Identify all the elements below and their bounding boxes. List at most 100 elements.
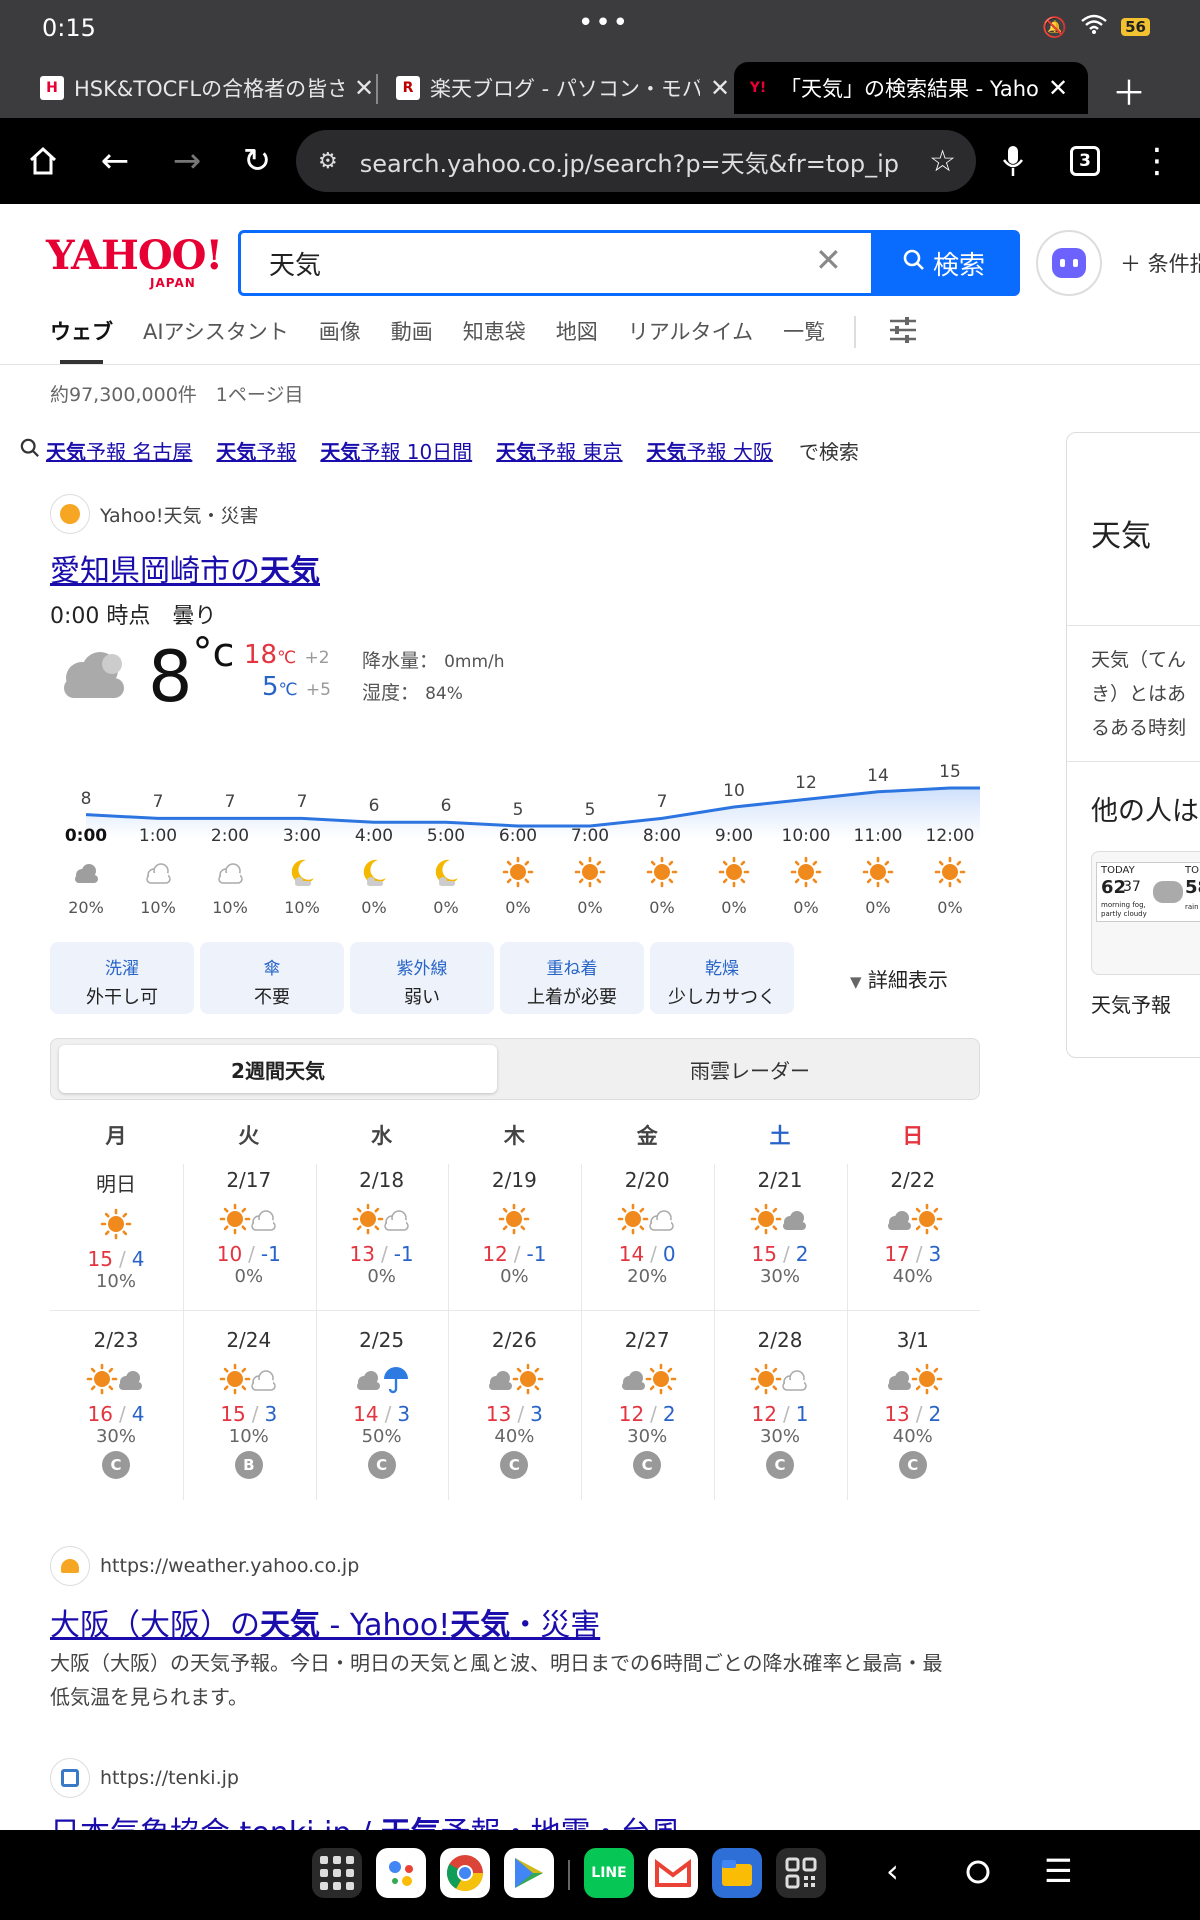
weather-current-time: 0:00 時点 曇り bbox=[50, 604, 217, 629]
tab-yahoo-active[interactable]: Y! 「天気」の検索結果 - Yahoo ✕ bbox=[734, 62, 1088, 114]
daily-forecast-cell[interactable]: 2/25 14/3 50% C bbox=[316, 1320, 448, 1480]
search-input[interactable]: 天気 bbox=[269, 245, 321, 282]
hourly-temp-label: 10 bbox=[723, 781, 745, 801]
search-button[interactable]: 検索 bbox=[871, 233, 1017, 293]
search-conditions-link[interactable]: ＋ 条件指 bbox=[1120, 248, 1200, 278]
daily-weather-icons bbox=[183, 1356, 315, 1402]
daily-date: 2/19 bbox=[491, 1168, 537, 1192]
daily-forecast-cell[interactable]: 2/18 13/-1 0% bbox=[316, 1160, 448, 1320]
tab-images[interactable]: 画像 bbox=[319, 316, 361, 346]
back-arrow-icon[interactable]: ← bbox=[90, 136, 140, 186]
daily-forecast-cell[interactable]: 2/19 12/-1 0% bbox=[448, 1160, 580, 1320]
tab-title: 「天気」の検索結果 - Yahoo bbox=[780, 77, 1038, 101]
tab-two-week[interactable]: 2週間天気 bbox=[59, 1045, 497, 1093]
tab-rakuten[interactable]: R 楽天ブログ - パソコン・モバ ✕ bbox=[384, 62, 742, 114]
related-keyword: 天気 bbox=[216, 440, 257, 464]
google-assistant-icon[interactable] bbox=[376, 1848, 426, 1898]
daily-forecast-cell[interactable]: 2/22 17/3 40% bbox=[847, 1160, 979, 1320]
sun-icon bbox=[100, 1208, 132, 1240]
tab-list[interactable]: 一覧 bbox=[783, 316, 825, 346]
daily-forecast-cell[interactable]: 2/20 14/0 20% bbox=[581, 1160, 713, 1320]
panel-card-weather-forecast[interactable]: TODAY 62 37 morning fog, partly cloudy T… bbox=[1091, 851, 1200, 975]
address-url[interactable]: search.yahoo.co.jp/search?p=天気&fr=top_ip… bbox=[360, 144, 900, 179]
daily-forecast-cell[interactable]: 2/26 13/3 40% C bbox=[448, 1320, 580, 1480]
weekday-header: 土 bbox=[769, 1124, 791, 1148]
play-store-icon[interactable] bbox=[504, 1848, 554, 1898]
hourly-precip-chance: 0% bbox=[721, 898, 747, 917]
chip-label: 乾燥 bbox=[705, 959, 739, 979]
recent-apps-grid-icon[interactable] bbox=[776, 1848, 826, 1898]
weather-result-title[interactable]: 愛知県岡崎市の天気 bbox=[50, 546, 320, 590]
index-chip-laundry[interactable]: 洗濯 外干し可 bbox=[50, 942, 194, 1014]
temp-value: 8 bbox=[148, 636, 193, 718]
daily-weather-icons bbox=[316, 1196, 448, 1242]
close-icon[interactable]: ✕ bbox=[1048, 74, 1068, 102]
tab-chiebukuro[interactable]: 知恵袋 bbox=[463, 316, 526, 346]
app-drawer-icon[interactable] bbox=[312, 1848, 362, 1898]
forecast-toggle: 2週間天気 雨雲レーダー bbox=[50, 1038, 980, 1100]
related-link[interactable]: 天気予報 名古屋 bbox=[46, 436, 192, 465]
files-app-icon[interactable] bbox=[712, 1848, 762, 1898]
index-chip-umbrella[interactable]: 傘 不要 bbox=[200, 942, 344, 1014]
chip-label: 紫外線 bbox=[396, 959, 448, 979]
new-tab-plus-icon[interactable]: ＋ bbox=[1112, 66, 1146, 115]
related-link[interactable]: 天気予報 bbox=[216, 436, 296, 465]
address-bar[interactable]: ⚙ search.yahoo.co.jp/search?p=天気&fr=top_… bbox=[296, 130, 976, 192]
hourly-forecast: 8 0:00 20% 7 1:00 10% 7 2:00 10% 7 3:00 10% 6 4:00 0% 6… bbox=[50, 738, 980, 918]
gmail-icon[interactable] bbox=[648, 1848, 698, 1898]
ai-assistant-button[interactable] bbox=[1036, 230, 1102, 296]
daily-precip-chance: 30% bbox=[627, 1426, 668, 1447]
nav-home-icon[interactable] bbox=[964, 1856, 992, 1894]
index-chip-uv[interactable]: 紫外線 弱い bbox=[350, 942, 494, 1014]
tab-ai-assistant[interactable]: AIアシスタント bbox=[143, 316, 289, 346]
site-settings-icon[interactable]: ⚙ bbox=[318, 149, 338, 174]
search-box: 天気 ✕ 検索 bbox=[238, 230, 1020, 296]
chrome-icon[interactable] bbox=[440, 1848, 490, 1898]
reload-icon[interactable]: ↻ bbox=[232, 136, 282, 186]
close-icon[interactable]: ✕ bbox=[710, 74, 730, 102]
nav-menu-icon[interactable]: ☰ bbox=[1044, 1852, 1073, 1890]
daily-forecast-cell[interactable]: 2/17 10/-1 0% bbox=[183, 1160, 315, 1320]
tab-web[interactable]: ウェブ bbox=[50, 316, 113, 364]
daily-forecast-cell[interactable]: 明日 15/4 10% bbox=[50, 1160, 182, 1320]
line-app-icon[interactable]: LINE bbox=[584, 1848, 634, 1898]
daily-temps: 17/3 bbox=[847, 1242, 979, 1266]
hourly-time: 10:00 bbox=[781, 826, 831, 846]
overflow-menu-icon[interactable]: ⋮ bbox=[1132, 136, 1182, 186]
daily-forecast-cell[interactable]: 2/27 12/2 30% C bbox=[581, 1320, 713, 1480]
tab-realtime[interactable]: リアルタイム bbox=[628, 316, 753, 346]
daily-forecast-cell[interactable]: 2/23 16/4 30% C bbox=[50, 1320, 182, 1480]
tab-rain-radar[interactable]: 雨雲レーダー bbox=[531, 1045, 969, 1093]
related-link[interactable]: 天気予報 東京 bbox=[496, 436, 622, 465]
card-note: rain sh bbox=[1185, 903, 1200, 911]
daily-forecast-cell[interactable]: 3/1 13/2 40% C bbox=[847, 1320, 979, 1480]
tab-maps[interactable]: 地図 bbox=[556, 316, 598, 346]
related-link[interactable]: 天気予報 大阪 bbox=[647, 436, 773, 465]
detail-toggle[interactable]: ▼ 詳細表示 bbox=[850, 964, 948, 993]
filter-sliders-icon[interactable] bbox=[888, 316, 918, 351]
tab-separator bbox=[376, 74, 378, 104]
tab-hsk[interactable]: H HSK&TOCFLの合格者の皆さ ✕ bbox=[28, 62, 386, 114]
yahoo-japan-logo[interactable]: YAHOO! JAPAN bbox=[46, 236, 223, 291]
daily-forecast-cell[interactable]: 2/24 15/3 10% B bbox=[183, 1320, 315, 1480]
daily-low: -1 bbox=[260, 1242, 281, 1266]
tab-videos[interactable]: 動画 bbox=[391, 316, 433, 346]
hourly-time: 0:00 bbox=[64, 826, 108, 846]
related-keyword: 天気 bbox=[320, 440, 361, 464]
daily-forecast-cell[interactable]: 2/21 15/2 30% bbox=[714, 1160, 846, 1320]
forward-arrow-icon[interactable]: → bbox=[162, 136, 212, 186]
bookmark-star-icon[interactable]: ☆ bbox=[929, 144, 956, 179]
tab-switcher-button[interactable]: 3 bbox=[1060, 136, 1110, 186]
index-chip-dryness[interactable]: 乾燥 少しカサつく bbox=[650, 942, 794, 1014]
clear-icon[interactable]: ✕ bbox=[815, 241, 842, 279]
daily-forecast-cell[interactable]: 2/28 12/1 30% C bbox=[714, 1320, 846, 1480]
close-icon[interactable]: ✕ bbox=[354, 74, 374, 102]
microphone-icon[interactable] bbox=[988, 136, 1038, 186]
home-icon[interactable] bbox=[18, 136, 68, 186]
result-title[interactable]: 大阪（大阪）の天気 - Yahoo!天気・災害 bbox=[50, 1600, 600, 1644]
daily-low: 3 bbox=[397, 1402, 411, 1426]
index-chip-layering[interactable]: 重ね着 上着が必要 bbox=[500, 942, 644, 1014]
nav-back-icon[interactable]: ‹ bbox=[886, 1852, 899, 1890]
related-link[interactable]: 天気予報 10日間 bbox=[320, 436, 472, 465]
high-temperature: 18℃ +2 bbox=[244, 640, 330, 670]
